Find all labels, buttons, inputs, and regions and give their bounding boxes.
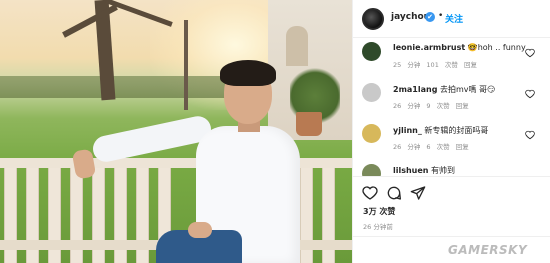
reply-button[interactable]: 回复 — [456, 143, 469, 151]
comment-text: leonie.armbrust 🤓hoh .. funny — [393, 43, 526, 52]
comment-body: 去拍mv嗎 哥😏 — [439, 85, 496, 94]
building-window — [286, 26, 308, 66]
comment-time: 25 分钟 — [393, 61, 421, 69]
comment-likes[interactable]: 9 次赞 — [426, 102, 449, 110]
heart-icon[interactable] — [525, 130, 535, 140]
comment-time: 26 分钟 — [393, 102, 421, 110]
comment-likes[interactable]: 6 次赞 — [426, 143, 449, 151]
separator-dot: • — [438, 11, 444, 21]
comment-avatar[interactable] — [362, 42, 381, 61]
reply-button[interactable]: 回复 — [456, 102, 469, 110]
comment-item: yjlinn_ 新专辑的封面吗哥 26 分钟 6 次赞 回复 — [353, 124, 550, 164]
heart-icon[interactable] — [525, 48, 535, 58]
like-count[interactable]: 3万 次赞 — [363, 206, 395, 217]
reply-button[interactable]: 回复 — [464, 61, 477, 69]
heart-icon[interactable] — [525, 89, 535, 99]
comment-avatar[interactable] — [362, 124, 381, 143]
comment-avatar[interactable] — [362, 83, 381, 102]
profile-avatar[interactable] — [362, 8, 384, 30]
share-icon[interactable] — [410, 185, 426, 201]
comment-likes[interactable]: 101 次赞 — [426, 61, 457, 69]
comment-meta: 26 分钟 9 次赞 回复 — [393, 100, 469, 110]
comment-meta: 26 分钟 6 次赞 回复 — [393, 141, 469, 151]
comment-item: 2ma1lang 去拍mv嗎 哥😏 26 分钟 9 次赞 回复 — [353, 83, 550, 123]
comment-meta: 25 分钟 101 次赞 回复 — [393, 59, 477, 69]
watermark-text: GAMERSKY — [448, 243, 528, 257]
comment-item: lilshuen 有帅到 — [353, 164, 550, 176]
comment-text: lilshuen 有帅到 — [393, 165, 455, 176]
verified-badge-icon: ✔ — [425, 12, 435, 22]
post-time: 26 分钟前 — [363, 223, 393, 231]
comment-username[interactable]: yjlinn_ — [393, 126, 422, 135]
pole — [184, 20, 188, 110]
comment-username[interactable]: 2ma1lang — [393, 85, 437, 94]
person-hair — [220, 60, 276, 86]
comment-icon[interactable] — [386, 185, 402, 201]
comment-avatar[interactable] — [362, 164, 381, 176]
comment-body: 有帅到 — [431, 166, 456, 175]
post-photo — [0, 0, 352, 263]
comment-username[interactable]: leonie.armbrust — [393, 43, 465, 52]
person-hand — [188, 222, 212, 238]
follow-button[interactable]: 关注 — [445, 12, 463, 25]
comment-time: 26 分钟 — [393, 143, 421, 151]
post-header: jaychou ✔ • 关注 — [353, 0, 550, 38]
post-actions — [353, 176, 550, 208]
comment-body: 新专辑的封面吗哥 — [424, 126, 489, 135]
post-panel: jaychou ✔ • 关注 leonie.armbrust 🤓hoh .. f… — [352, 0, 550, 263]
comment-item: leonie.armbrust 🤓hoh .. funny 25 分钟 101 … — [353, 42, 550, 82]
heart-icon[interactable] — [362, 185, 378, 201]
comment-body: 🤓hoh .. funny — [467, 43, 526, 52]
comment-text: yjlinn_ 新专辑的封面吗哥 — [393, 125, 488, 136]
comment-username[interactable]: lilshuen — [393, 166, 429, 175]
comment-text: 2ma1lang 去拍mv嗎 哥😏 — [393, 84, 495, 95]
plant-pot — [296, 112, 322, 136]
person-arm — [90, 113, 214, 165]
